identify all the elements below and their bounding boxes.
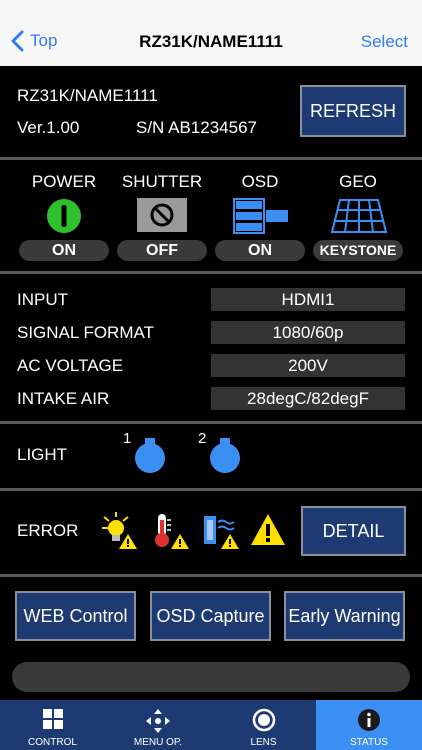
lamp-2-icon bbox=[210, 438, 240, 473]
page-title: RZ31K/NAME1111 bbox=[139, 32, 283, 51]
shutter-status: OFF bbox=[117, 240, 207, 261]
tab-lens[interactable]: LENS bbox=[211, 700, 316, 750]
tab-label: MENU OP. bbox=[133, 737, 183, 748]
temperature-warning-icon bbox=[155, 514, 189, 549]
osd-label: OSD bbox=[241, 172, 279, 191]
osd-icon[interactable] bbox=[233, 198, 289, 234]
divider bbox=[0, 421, 422, 424]
tab-bar: CONTROL MENU OP. LENS STATUS bbox=[0, 700, 422, 750]
lens-icon bbox=[252, 708, 275, 732]
message-bar bbox=[12, 662, 410, 692]
move-arrows-icon bbox=[146, 709, 170, 733]
tab-menu-op[interactable]: MENU OP. bbox=[105, 700, 211, 750]
lamp-warning-icon bbox=[102, 512, 137, 549]
ac-voltage-label: AC VOLTAGE bbox=[17, 356, 124, 375]
geo-label: GEO bbox=[339, 172, 377, 191]
divider bbox=[0, 271, 422, 274]
grid-icon bbox=[42, 709, 63, 729]
lamp-1-icon bbox=[135, 438, 165, 473]
tab-control[interactable]: CONTROL bbox=[0, 700, 105, 750]
intake-air-label: INTAKE AIR bbox=[17, 389, 110, 408]
error-label: ERROR bbox=[17, 521, 79, 540]
light-label: LIGHT bbox=[17, 445, 68, 464]
input-value: HDMI1 bbox=[211, 288, 405, 311]
airflow-warning-icon bbox=[204, 516, 239, 549]
power-label: POWER bbox=[31, 172, 97, 191]
tab-status[interactable]: STATUS bbox=[316, 700, 422, 750]
input-label: INPUT bbox=[17, 290, 68, 309]
intake-air-value: 28degC/82degF bbox=[211, 387, 405, 410]
divider bbox=[0, 488, 422, 491]
shutter-icon[interactable] bbox=[137, 198, 187, 232]
refresh-button[interactable]: REFRESH bbox=[300, 85, 406, 137]
geo-status: KEYSTONE bbox=[313, 240, 403, 261]
web-control-button[interactable]: WEB Control bbox=[15, 591, 136, 641]
power-on-icon[interactable] bbox=[46, 198, 82, 234]
divider bbox=[0, 574, 422, 577]
device-serial: S/N AB1234567 bbox=[136, 118, 257, 137]
osd-capture-button[interactable]: OSD Capture bbox=[150, 591, 271, 641]
signal-format-label: SIGNAL FORMAT bbox=[17, 323, 154, 342]
tab-label: LENS bbox=[250, 737, 277, 748]
tab-label: STATUS bbox=[350, 737, 388, 748]
select-button[interactable]: Select bbox=[361, 32, 408, 52]
power-status: ON bbox=[19, 240, 109, 261]
shutter-label: SHUTTER bbox=[121, 172, 203, 191]
geometry-keystone-icon[interactable] bbox=[330, 198, 388, 234]
signal-format-value: 1080/60p bbox=[211, 321, 405, 344]
navigation-bar: Top RZ31K/NAME1111 Select bbox=[0, 0, 422, 66]
lamp-1-number: 1 bbox=[123, 430, 132, 447]
osd-status: ON bbox=[215, 240, 305, 261]
device-name: RZ31K/NAME1111 bbox=[17, 86, 158, 105]
lamp-2-number: 2 bbox=[198, 430, 207, 447]
warning-icon bbox=[251, 514, 285, 545]
ac-voltage-value: 200V bbox=[211, 354, 405, 377]
early-warning-button[interactable]: Early Warning bbox=[284, 591, 405, 641]
divider bbox=[0, 157, 422, 160]
detail-button[interactable]: DETAIL bbox=[301, 506, 406, 556]
info-icon bbox=[358, 709, 380, 731]
tab-label: CONTROL bbox=[28, 737, 77, 748]
device-version: Ver.1.00 bbox=[17, 118, 80, 137]
